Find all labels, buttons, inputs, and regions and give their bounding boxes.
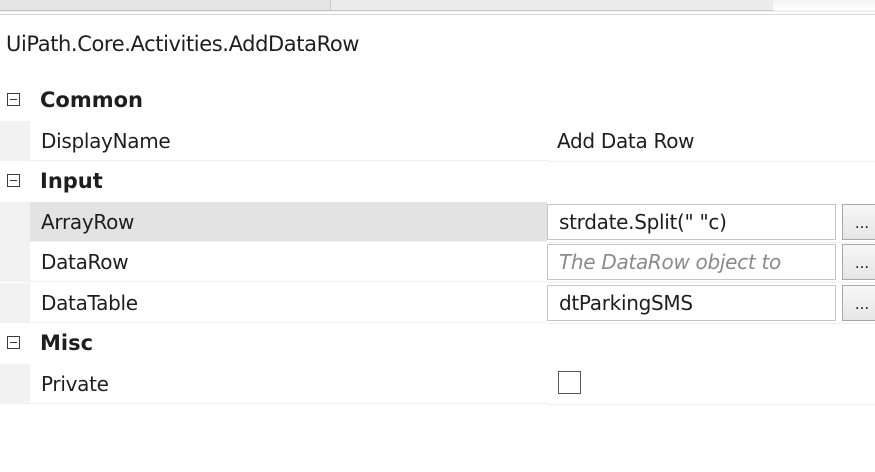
property-row-datatable[interactable]: DataTable dtParkingSMS ... (0, 282, 875, 324)
tab-header-area (331, 0, 773, 11)
property-name: ArrayRow (30, 201, 547, 242)
datatable-input[interactable]: dtParkingSMS (547, 284, 836, 321)
collapse-minus-icon[interactable] (7, 174, 20, 187)
top-tab-strip (0, 0, 875, 12)
datatable-ellipsis-button[interactable]: ... (842, 284, 875, 321)
property-name: DataRow (30, 242, 547, 282)
activity-type-name: UiPath.Core.Activities.AddDataRow (0, 14, 875, 72)
property-row-displayname[interactable]: DisplayName Add Data Row (0, 120, 875, 162)
property-row-datarow[interactable]: DataRow The DataRow object to ... (0, 242, 875, 283)
private-checkbox[interactable] (558, 370, 581, 394)
datarow-ellipsis-button[interactable]: ... (842, 244, 875, 280)
property-name: DataTable (30, 283, 547, 323)
property-row-arrayrow[interactable]: ArrayRow strdate.Split(" "c) ... (0, 201, 875, 243)
property-value-cell: dtParkingSMS ... (547, 283, 875, 324)
datarow-input[interactable]: The DataRow object to (547, 244, 836, 280)
property-value-cell: strdate.Split(" "c) ... (547, 202, 875, 243)
property-value-cell[interactable]: Add Data Row (547, 121, 875, 162)
property-value-cell (547, 364, 875, 405)
arrayrow-ellipsis-button[interactable]: ... (842, 203, 875, 240)
property-value-cell: The DataRow object to ... (547, 242, 875, 283)
tab-strip-fade (773, 0, 875, 10)
category-common[interactable]: Common (0, 80, 875, 121)
category-input[interactable]: Input (0, 161, 875, 202)
displayname-value[interactable]: Add Data Row (557, 121, 694, 161)
category-label: Misc (40, 331, 94, 355)
category-misc[interactable]: Misc (0, 323, 875, 364)
property-row-private[interactable]: Private (0, 363, 875, 405)
collapse-minus-icon[interactable] (7, 93, 20, 106)
properties-tab[interactable] (0, 0, 331, 11)
property-name: Private (30, 364, 547, 404)
property-name: DisplayName (30, 121, 547, 161)
arrayrow-input[interactable]: strdate.Split(" "c) (547, 203, 836, 240)
category-label: Input (40, 169, 103, 193)
category-label: Common (40, 88, 143, 112)
property-grid: Common DisplayName Add Data Row Input Ar… (0, 80, 875, 405)
collapse-minus-icon[interactable] (7, 336, 20, 349)
